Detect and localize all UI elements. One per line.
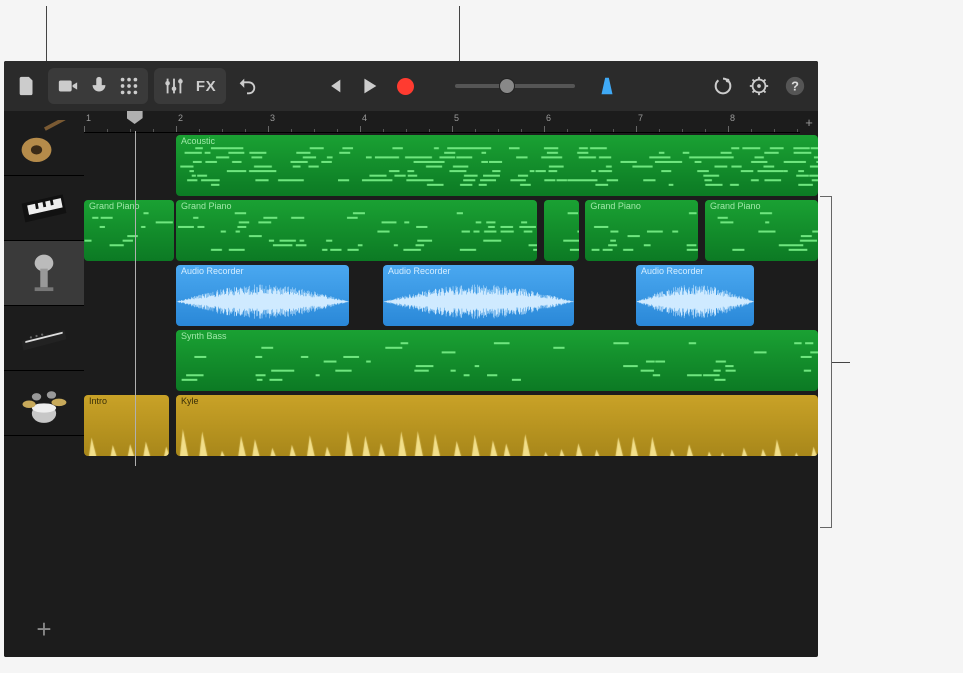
- region[interactable]: Kyle: [176, 395, 818, 456]
- callout-line: [832, 362, 850, 363]
- region[interactable]: Audio Recorder: [176, 265, 349, 326]
- daw-window: FX ?: [4, 61, 818, 657]
- region[interactable]: Audio Recorder: [636, 265, 754, 326]
- track-lane-synth[interactable]: Synth Bass: [84, 328, 818, 393]
- piano-icon: [16, 185, 72, 231]
- track-header-drums[interactable]: [4, 371, 84, 436]
- record-button[interactable]: [387, 68, 423, 104]
- track-lane-drums[interactable]: Intro Kyle: [84, 393, 818, 458]
- region-label: Intro: [89, 396, 107, 406]
- region[interactable]: Intro: [84, 395, 169, 456]
- callout-line: [46, 6, 47, 63]
- track-headers: [4, 111, 84, 657]
- region-label: Kyle: [181, 396, 199, 406]
- ruler[interactable]: 1 2 3 4 5 6 7 8 +: [84, 111, 818, 133]
- track-controls-button[interactable]: [158, 68, 190, 104]
- track-lane-acoustic[interactable]: Acoustic: [84, 133, 818, 198]
- ruler-bar: 6: [544, 111, 553, 132]
- ruler-bar: 3: [268, 111, 277, 132]
- rewind-button[interactable]: [315, 68, 351, 104]
- region[interactable]: Grand Piano: [585, 200, 698, 261]
- ruler-bar: 8: [728, 111, 737, 132]
- camera-button[interactable]: [52, 68, 84, 104]
- region[interactable]: Audio Recorder: [383, 265, 574, 326]
- track-lane-piano[interactable]: Grand PianoGrand PianoGrand PianoGrand P…: [84, 198, 818, 263]
- add-track-button[interactable]: +: [4, 602, 84, 657]
- svg-text:?: ?: [791, 79, 799, 94]
- timeline[interactable]: 12345678+ AcousticGrand PianoGrand Piano…: [84, 111, 818, 657]
- ruler-bar: 7: [636, 111, 645, 132]
- drums-icon: [16, 380, 72, 426]
- region[interactable]: Grand Piano: [84, 200, 174, 261]
- guitar-icon: [16, 120, 72, 166]
- ruler-bar: 2: [176, 111, 185, 132]
- toolbar: FX ?: [4, 61, 818, 111]
- volume-knob[interactable]: [499, 78, 515, 94]
- playhead-line: [135, 131, 136, 466]
- loop-button[interactable]: [705, 68, 741, 104]
- add-bar-button[interactable]: +: [800, 111, 818, 133]
- keys-icon: [16, 315, 72, 361]
- bracket-line: [820, 196, 832, 528]
- play-button[interactable]: [351, 68, 387, 104]
- track-lane-vocal[interactable]: Audio Recorder Audio Recorder Audio Record…: [84, 263, 818, 328]
- grid-button[interactable]: [114, 68, 144, 104]
- master-volume-slider[interactable]: [455, 84, 575, 88]
- help-button[interactable]: ?: [777, 68, 813, 104]
- ruler-bar: 1: [84, 111, 93, 132]
- ruler-bar: 5: [452, 111, 461, 132]
- mic-icon: [16, 250, 72, 296]
- track-header-piano[interactable]: [4, 176, 84, 241]
- my-songs-button[interactable]: [9, 68, 45, 104]
- settings-button[interactable]: [741, 68, 777, 104]
- track-header-acoustic[interactable]: [4, 111, 84, 176]
- playhead[interactable]: [127, 111, 143, 124]
- fx-button[interactable]: FX: [190, 68, 222, 104]
- ruler-bar: 4: [360, 111, 369, 132]
- region[interactable]: Grand Piano: [176, 200, 537, 261]
- track-header-vocal[interactable]: [4, 241, 84, 306]
- metronome-button[interactable]: [589, 68, 625, 104]
- undo-button[interactable]: [229, 68, 265, 104]
- region[interactable]: Acoustic: [176, 135, 818, 196]
- track-header-synth[interactable]: [4, 306, 84, 371]
- region[interactable]: [544, 200, 579, 261]
- region[interactable]: Synth Bass: [176, 330, 818, 391]
- track-lanes: AcousticGrand PianoGrand PianoGrand Pian…: [84, 133, 818, 657]
- region[interactable]: Grand Piano: [705, 200, 818, 261]
- mic-button[interactable]: [84, 68, 114, 104]
- tracks-area: 12345678+ AcousticGrand PianoGrand Piano…: [4, 111, 818, 657]
